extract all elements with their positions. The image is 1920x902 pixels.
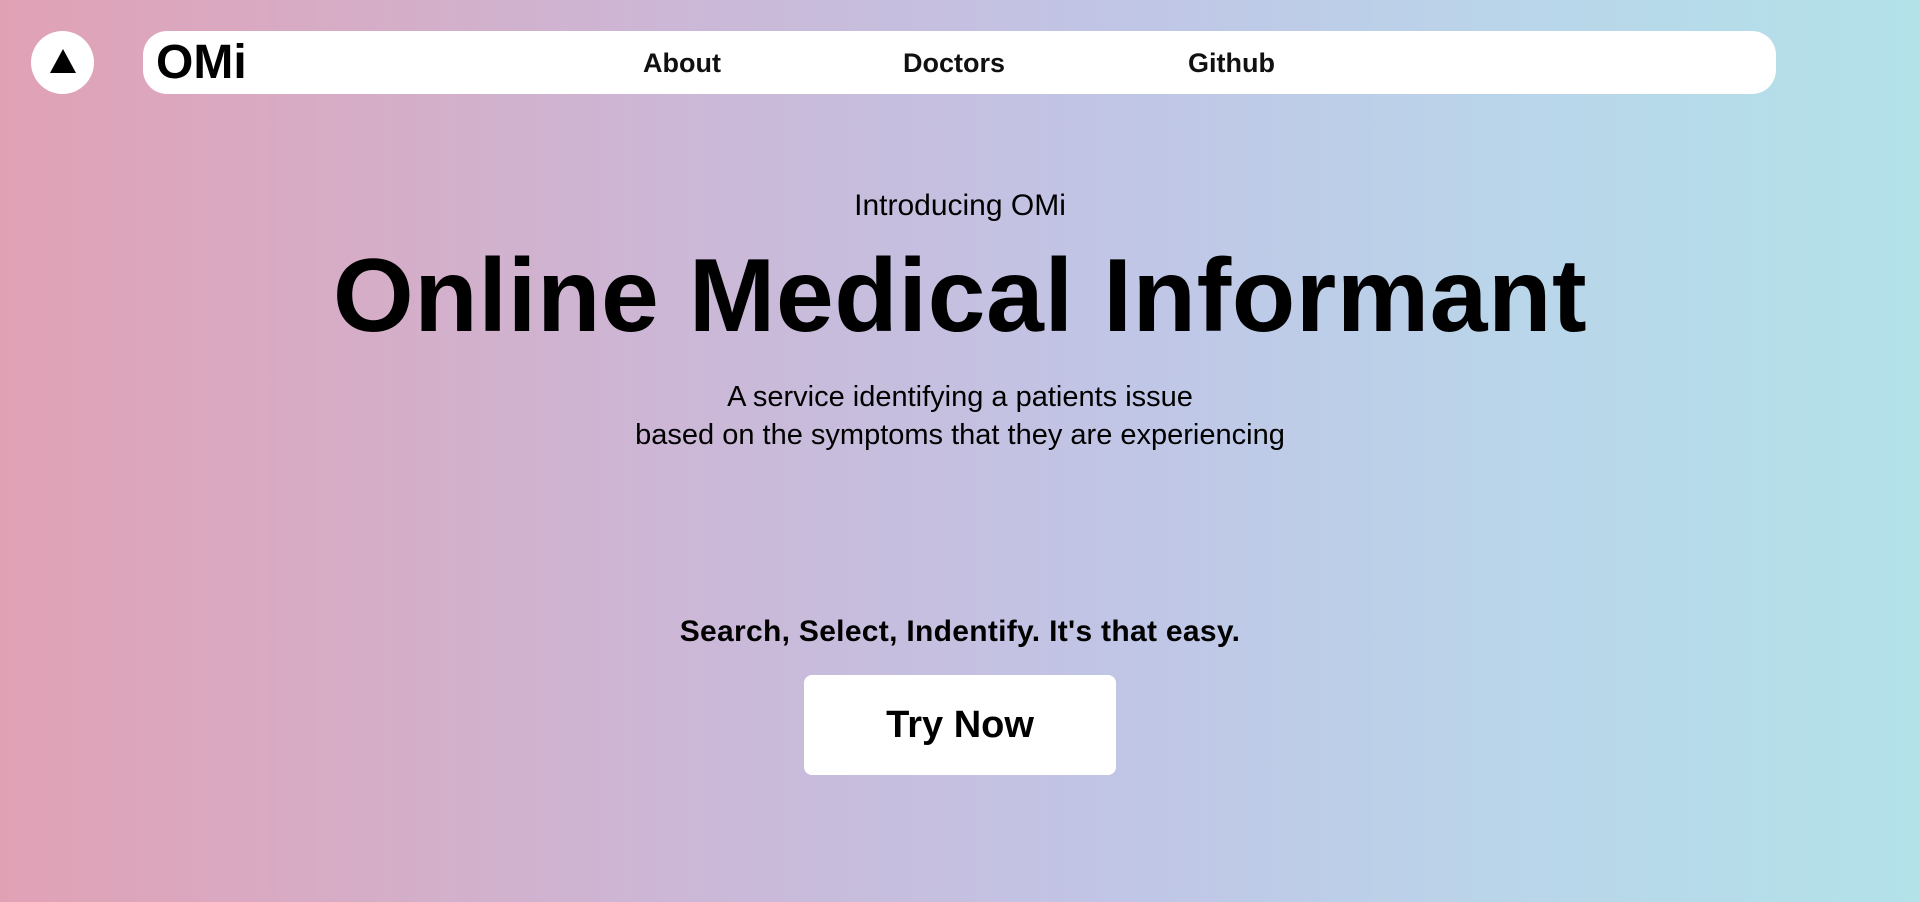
landing-page: OMi About Doctors Github Introducing OMi… (0, 0, 1920, 902)
navbar: OMi About Doctors Github (143, 31, 1776, 94)
up-triangle-icon (49, 49, 76, 73)
hero-intro: Introducing OMi (854, 189, 1066, 222)
nav-link-github[interactable]: Github (1188, 48, 1275, 78)
page-title: Online Medical Informant (332, 238, 1588, 354)
cta-tagline: Search, Select, Indentify. It's that eas… (679, 615, 1241, 648)
hero-subtitle-line-1: A service identifying a patients issue (727, 381, 1193, 413)
brand-logo[interactable]: OMi (156, 37, 247, 89)
nav-link-doctors[interactable]: Doctors (903, 48, 1005, 78)
try-now-button[interactable]: Try Now (804, 675, 1116, 775)
nav-link-about[interactable]: About (643, 48, 721, 78)
scroll-top-button[interactable] (31, 31, 94, 94)
hero-subtitle: A service identifying a patients issue b… (0, 378, 1920, 454)
hero-subtitle-line-2: based on the symptoms that they are expe… (635, 419, 1285, 451)
